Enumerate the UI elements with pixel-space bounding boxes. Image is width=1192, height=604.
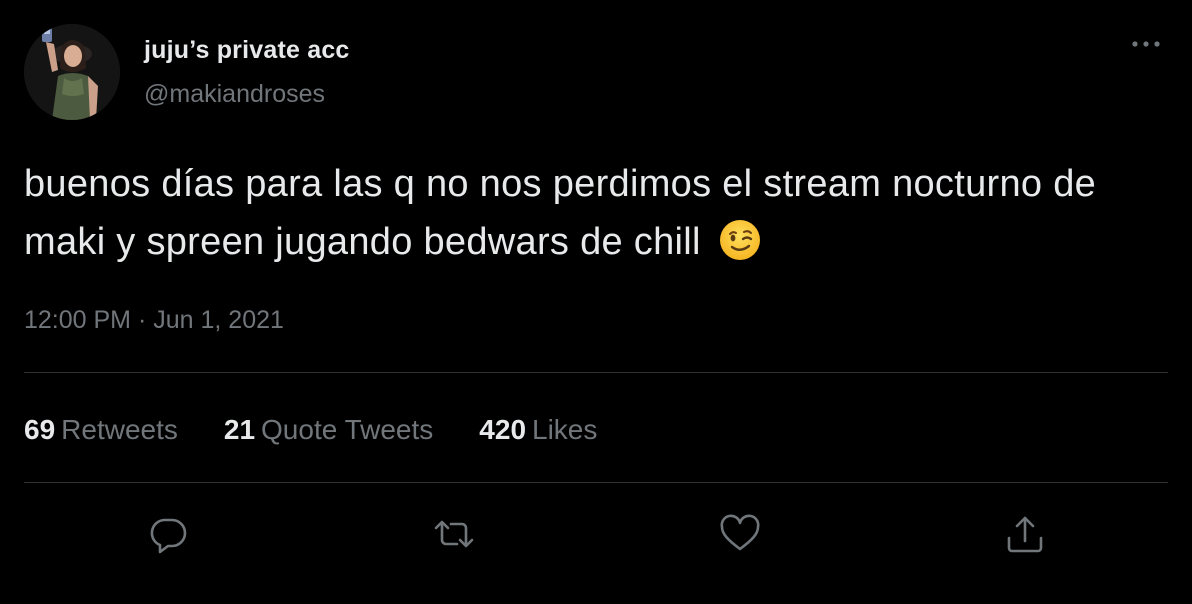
retweets-label: Retweets [61, 414, 178, 445]
likes-label: Likes [532, 414, 598, 445]
tweet-time[interactable]: 12:00 PM [24, 306, 131, 334]
divider-top [24, 372, 1168, 373]
timestamp-separator: · [137, 306, 147, 334]
display-name[interactable]: juju’s private acc [144, 36, 350, 65]
share-button[interactable] [1003, 512, 1047, 556]
quote-tweets-count: 21 [223, 414, 256, 445]
share-icon [1007, 516, 1043, 553]
likes-count: 420 [479, 414, 527, 445]
heart-icon [720, 514, 760, 551]
tweet-body: buenos días para las q no nos perdimos e… [24, 163, 1097, 263]
avatar[interactable] [24, 24, 120, 120]
tweet-detail: juju’s private acc @makiandroses buenos … [0, 0, 1192, 604]
quote-tweets-stat[interactable]: 21 Quote Tweets [224, 414, 433, 446]
divider-bottom [24, 482, 1168, 483]
more-options-button[interactable] [1126, 28, 1166, 60]
retweets-count: 69 [24, 414, 56, 445]
winking-face-icon [718, 218, 762, 262]
engagement-stats: 69 Retweets 21 Quote Tweets 420 Likes [24, 414, 643, 446]
retweet-icon [434, 520, 474, 548]
retweet-button[interactable] [432, 512, 476, 556]
like-button[interactable] [718, 512, 762, 556]
tweet-timestamp: 12:00 PM · Jun 1, 2021 [24, 306, 284, 335]
reply-icon [150, 518, 187, 554]
user-handle[interactable]: @makiandroses [144, 80, 325, 109]
likes-stat[interactable]: 420 Likes [479, 414, 597, 446]
more-icon [1132, 41, 1160, 47]
tweet-text: buenos días para las q no nos perdimos e… [24, 155, 1164, 271]
tweet-date[interactable]: Jun 1, 2021 [153, 306, 284, 334]
profile-photo-icon [24, 24, 120, 120]
quote-tweets-label: Quote Tweets [261, 414, 434, 445]
reply-button[interactable] [146, 512, 190, 556]
retweets-stat[interactable]: 69 Retweets [24, 414, 178, 446]
